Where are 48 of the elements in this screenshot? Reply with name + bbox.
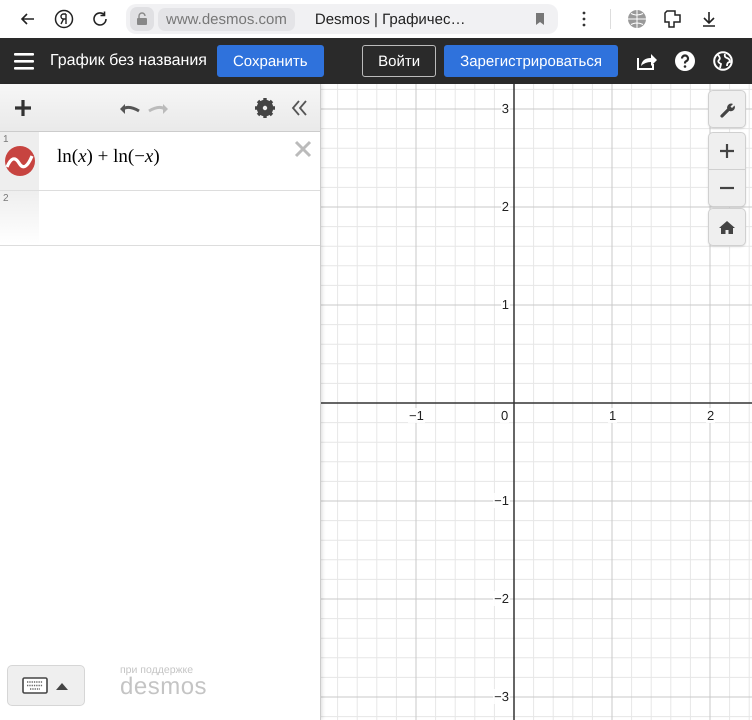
y-axis-label: 1 (500, 297, 510, 312)
home-icon (719, 220, 735, 234)
home-button[interactable] (709, 209, 745, 245)
login-button[interactable]: Войти (362, 45, 436, 77)
language-icon[interactable] (713, 51, 733, 71)
powered-by-text: при поддержке (120, 665, 194, 676)
bookmark-icon[interactable] (534, 12, 546, 26)
globe-icon[interactable] (627, 9, 647, 29)
keyboard-button[interactable] (7, 665, 85, 706)
graph-color-icon[interactable] (4, 146, 34, 176)
reload-icon[interactable] (91, 10, 109, 28)
zoom-in-button[interactable] (709, 133, 745, 169)
plus-icon (720, 144, 734, 158)
settings-icon[interactable] (255, 98, 275, 118)
y-axis-label: −1 (493, 493, 510, 508)
y-axis-label: 3 (500, 101, 510, 116)
collapse-icon[interactable] (291, 100, 308, 116)
y-axis-label: 2 (500, 199, 510, 214)
more-icon[interactable] (582, 11, 586, 27)
graph-title[interactable]: График без названия (50, 52, 207, 70)
address-url[interactable]: www.desmos.com (158, 8, 295, 30)
x-axis-label: 0 (500, 408, 510, 423)
keyboard-icon (22, 677, 48, 694)
zoom-out-button[interactable] (709, 170, 745, 206)
help-icon[interactable] (675, 51, 695, 71)
caret-icon (56, 682, 68, 690)
x-axis-label: 2 (706, 408, 716, 423)
math-expression[interactable]: ln(x) + ln(−x) (39, 132, 294, 190)
save-button[interactable]: Сохранить (216, 45, 324, 77)
signup-button[interactable]: Зарегистрироваться (444, 45, 618, 77)
download-icon[interactable] (700, 10, 718, 28)
y-axis-label: −3 (493, 689, 510, 704)
add-icon[interactable] (14, 98, 32, 116)
share-icon[interactable] (636, 51, 658, 71)
extension-icon[interactable] (663, 9, 683, 29)
expression-number: 1 (3, 134, 9, 145)
graph-settings-button[interactable] (709, 91, 745, 127)
x-axis-label: −1 (408, 408, 425, 423)
lock-icon[interactable] (136, 12, 148, 26)
x-axis-label: 1 (608, 408, 618, 423)
expression-number: 2 (3, 193, 9, 204)
address-bar[interactable]: www.desmos.com Desmos | Графичес… (126, 4, 558, 34)
page-title: Desmos | Графичес… (314, 10, 466, 28)
browser-logo-icon[interactable] (54, 9, 74, 29)
menu-icon[interactable] (14, 52, 34, 70)
y-axis-label: −2 (493, 591, 510, 606)
minus-icon (720, 186, 734, 190)
wrench-icon (718, 100, 736, 118)
